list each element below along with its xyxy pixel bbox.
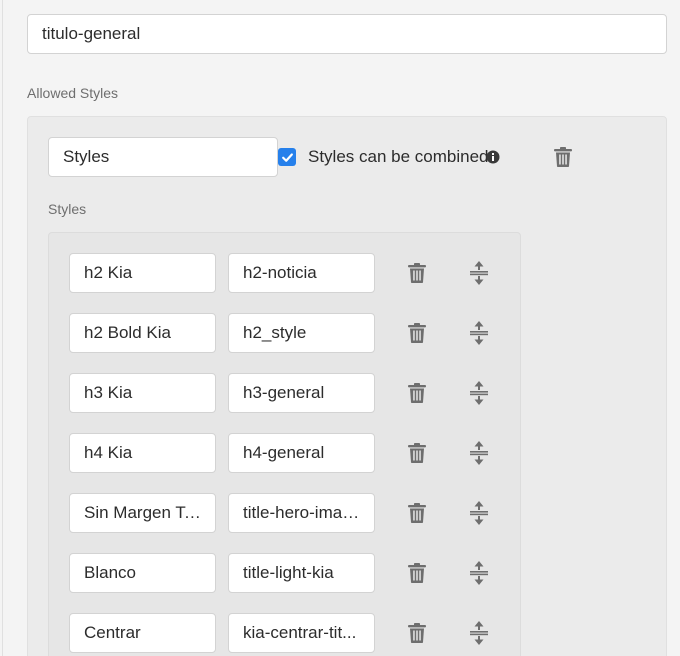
left-scroll-edge [0,0,3,656]
trash-icon [408,263,426,283]
style-group-name-value: Styles [63,147,110,166]
delete-style-button[interactable] [405,381,429,405]
reorder-style-handle[interactable] [467,501,491,525]
style-class-input[interactable]: kia-centrar-tit... [228,613,375,653]
style-name-value: h2 Bold Kia [84,323,171,342]
style-name-value: Centrar [84,623,141,642]
delete-style-button[interactable] [405,621,429,645]
style-name-input[interactable]: Centrar [69,613,216,653]
reorder-style-handle[interactable] [467,381,491,405]
styles-combined-checkbox[interactable] [278,148,296,166]
default-class-input[interactable]: titulo-general [27,14,667,54]
drag-handle-icon [470,561,488,585]
default-class-value: titulo-general [42,24,141,43]
style-group-name-input[interactable]: Styles [48,137,278,177]
style-name-value: h4 Kia [84,443,133,462]
trash-icon [408,503,426,523]
reorder-style-handle[interactable] [467,561,491,585]
checkmark-icon [281,152,293,162]
style-name-value: Blanco [84,563,136,582]
reorder-style-handle[interactable] [467,321,491,345]
style-class-value: h2_style [243,323,307,342]
trash-icon [408,443,426,463]
style-name-value: h2 Kia [84,263,133,282]
style-name-input[interactable]: Blanco [69,553,216,593]
trash-icon [408,383,426,403]
drag-handle-icon [470,261,488,285]
style-name-input[interactable]: h3 Kia [69,373,216,413]
info-icon[interactable] [486,150,500,164]
delete-style-button[interactable] [405,561,429,585]
trash-icon [408,563,426,583]
allowed-styles-label: Allowed Styles [27,85,119,101]
style-name-input[interactable]: h4 Kia [69,433,216,473]
style-name-input[interactable]: h2 Kia [69,253,216,293]
style-class-value: title-hero-image [243,503,360,522]
reorder-style-handle[interactable] [467,621,491,645]
styles-label: Styles [48,201,87,217]
style-name-value: Sin Margen Top [84,503,201,522]
drag-handle-icon [470,501,488,525]
style-class-value: h4-general [243,443,325,462]
delete-style-button[interactable] [405,441,429,465]
delete-style-group-button[interactable] [551,145,575,169]
trash-icon [408,323,426,343]
style-configuration-page: titulo-general Allowed Styles Styles Sty… [0,0,680,656]
style-class-value: title-light-kia [243,563,334,582]
drag-handle-icon [470,321,488,345]
style-class-input[interactable]: h2-noticia [228,253,375,293]
delete-style-button[interactable] [405,501,429,525]
reorder-style-handle[interactable] [467,261,491,285]
reorder-style-handle[interactable] [467,441,491,465]
drag-handle-icon [470,441,488,465]
style-class-input[interactable]: h4-general [228,433,375,473]
style-class-input[interactable]: h2_style [228,313,375,353]
style-class-input[interactable]: title-light-kia [228,553,375,593]
style-name-value: h3 Kia [84,383,133,402]
style-name-input[interactable]: h2 Bold Kia [69,313,216,353]
delete-style-button[interactable] [405,261,429,285]
drag-handle-icon [470,381,488,405]
delete-style-button[interactable] [405,321,429,345]
drag-handle-icon [470,621,488,645]
style-class-input[interactable]: h3-general [228,373,375,413]
trash-icon [408,623,426,643]
style-class-input[interactable]: title-hero-image [228,493,375,533]
style-name-input[interactable]: Sin Margen Top [69,493,216,533]
style-class-value: h3-general [243,383,325,402]
trash-icon [554,147,572,167]
style-class-value: h2-noticia [243,263,317,282]
style-class-value: kia-centrar-tit... [243,623,357,642]
styles-combined-label: Styles can be combined [308,147,489,166]
